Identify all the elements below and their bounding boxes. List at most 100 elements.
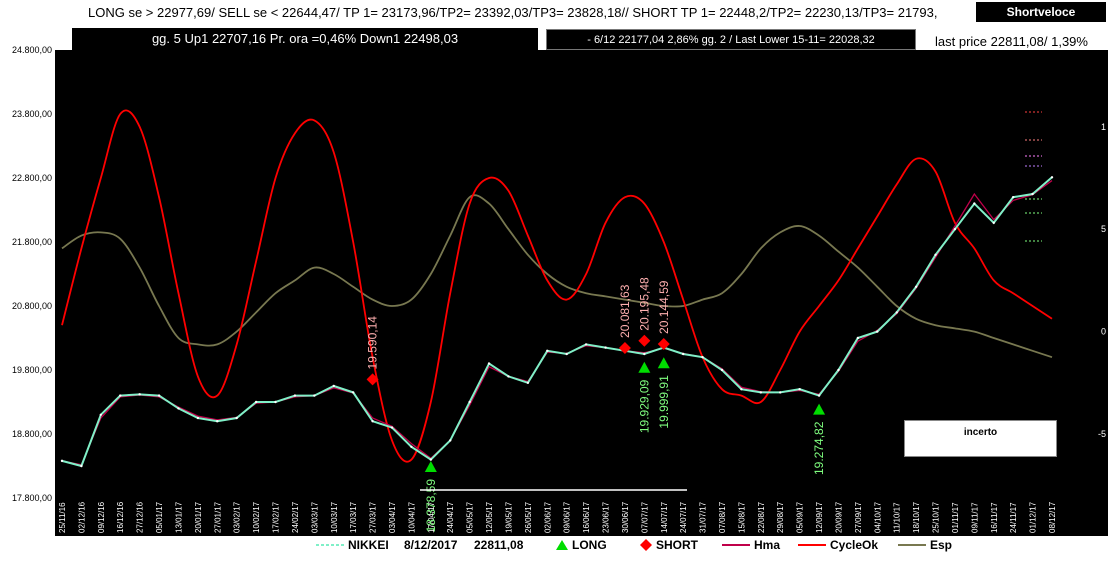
- nikkei-point: [973, 202, 976, 205]
- nikkei-point: [779, 391, 782, 394]
- right-tick-label: 1: [1101, 122, 1106, 132]
- nikkei-point: [681, 352, 685, 356]
- x-tick-label: 10/03/17: [330, 501, 339, 533]
- right-tick-label: 5: [1101, 224, 1106, 234]
- x-tick-label: 24/04/17: [446, 501, 455, 533]
- cycleok-swatch-icon: [798, 544, 826, 546]
- x-tick-label: 03/03/17: [310, 501, 319, 533]
- x-tick-label: 16/12/16: [116, 501, 125, 533]
- legend-short-label: SHORT: [656, 538, 698, 552]
- short-diamond-icon: [640, 539, 652, 551]
- last-price: last price 22811,08/ 1,39%: [935, 34, 1088, 49]
- nikkei-point: [177, 407, 180, 410]
- x-tick-label: 20/01/17: [194, 501, 203, 533]
- x-tick-label: 05/01/17: [155, 501, 164, 533]
- daily-levels-box: gg. 5 Up1 22707,16 Pr. ora =0,46% Down1 …: [72, 28, 538, 50]
- legend-nikkei: NIKKEI: [316, 538, 389, 552]
- nikkei-point: [119, 394, 122, 397]
- legend-date: 8/12/2017: [404, 538, 457, 552]
- nikkei-point: [856, 336, 860, 340]
- x-tick-label: 03/02/17: [233, 501, 242, 533]
- legend-long: LONG: [556, 538, 607, 552]
- nikkei-point: [953, 228, 957, 231]
- legend-hma-label: Hma: [754, 538, 781, 552]
- x-tick-label: 20/09/17: [834, 501, 843, 533]
- y-tick-label: 18.800,00: [12, 429, 52, 439]
- long-signal-label: 19.929,09: [637, 379, 651, 433]
- x-tick-label: 05/05/17: [466, 501, 475, 533]
- nikkei-point: [99, 413, 103, 416]
- long-signal-label: 18.378,59: [424, 479, 438, 533]
- legend-date-value: 8/12/2017: [404, 538, 458, 552]
- x-tick-label: 31/07/17: [699, 501, 708, 533]
- nikkei-point: [410, 445, 413, 448]
- x-tick-label: 18/10/17: [912, 501, 921, 533]
- nikkei-point: [429, 458, 433, 461]
- x-tick-label: 07/08/17: [718, 501, 727, 533]
- x-tick-label: 17/03/17: [349, 501, 358, 533]
- nikkei-point: [934, 253, 937, 256]
- long-triangle-icon: [556, 540, 568, 550]
- nikkei-point: [138, 393, 141, 396]
- x-tick-label: 01/12/17: [1029, 501, 1038, 533]
- x-tick-label: 09/11/17: [970, 502, 979, 533]
- x-tick-label: 24/11/17: [1009, 502, 1018, 533]
- x-tick-label: 01/11/17: [951, 502, 960, 533]
- legend-price-value: 22811,08: [474, 538, 524, 552]
- nikkei-point: [507, 375, 510, 378]
- x-tick-label: 27/09/17: [854, 501, 863, 533]
- nikkei-swatch-icon: [316, 544, 344, 546]
- legend-short: SHORT: [640, 538, 698, 552]
- hma-swatch-icon: [722, 544, 750, 546]
- x-tick-label: 09/12/16: [97, 501, 106, 533]
- legend-cycleok: CycleOk: [798, 538, 878, 552]
- nikkei-point: [914, 285, 918, 288]
- x-tick-label: 27/01/17: [213, 501, 222, 533]
- nikkei-point: [371, 420, 374, 423]
- nikkei-point: [837, 368, 840, 372]
- x-tick-label: 09/06/17: [563, 501, 572, 533]
- x-tick-label: 22/08/17: [757, 501, 766, 533]
- y-tick-label: 24.800,00: [12, 45, 52, 55]
- chart-area: 24.800,00 23.800,00 22.800,00 21.800,00 20.8…: [12, 45, 1108, 536]
- x-tick-label: 08/12/17: [1048, 501, 1057, 533]
- nikkei-point: [216, 420, 219, 423]
- nikkei-point: [526, 381, 530, 384]
- legend-esp-label: Esp: [930, 538, 953, 552]
- x-tick-label: 27/12/16: [136, 501, 145, 533]
- esp-swatch-icon: [898, 544, 926, 546]
- nikkei-point: [313, 394, 316, 397]
- nikkei-point: [157, 394, 161, 397]
- nikkei-point: [351, 391, 355, 394]
- x-tick-label: 10/04/17: [407, 501, 416, 533]
- legend-nikkei-label: NIKKEI: [348, 538, 389, 552]
- x-tick-label: 12/05/17: [485, 501, 494, 533]
- x-tick-label: 25/11/16: [58, 502, 67, 533]
- x-tick-label: 12/09/17: [815, 501, 824, 533]
- legend-price: 22811,08: [474, 538, 523, 552]
- nikkei-point: [759, 391, 763, 394]
- x-tick-label: 15/08/17: [737, 501, 746, 533]
- short-signal-label: 19.590,14: [366, 316, 380, 370]
- nikkei-point: [332, 384, 335, 388]
- legend-long-label: LONG: [572, 538, 607, 552]
- y-tick-label: 17.800,00: [12, 493, 52, 503]
- nikkei-point: [274, 400, 277, 404]
- x-tick-label: 23/06/17: [602, 501, 611, 533]
- nikkei-point: [293, 394, 297, 397]
- nikkei-point: [487, 362, 491, 365]
- nikkei-point: [390, 426, 394, 429]
- x-tick-label: 07/07/17: [640, 501, 649, 533]
- nikkei-point: [604, 346, 607, 349]
- legend-hma: Hma: [722, 538, 780, 552]
- incerto-box: incerto: [904, 420, 1057, 457]
- nikkei-point: [60, 459, 64, 463]
- nikkei-point: [876, 330, 879, 333]
- x-tick-label: 29/08/17: [776, 501, 785, 533]
- legend: NIKKEI 8/12/2017 22811,08 LONG SHORT Hma…: [0, 536, 1108, 556]
- x-tick-label: 02/06/17: [543, 501, 552, 533]
- nikkei-point: [196, 416, 200, 420]
- nikkei-point: [798, 388, 801, 391]
- nikkei-point: [643, 352, 646, 356]
- nikkei-point: [817, 394, 821, 397]
